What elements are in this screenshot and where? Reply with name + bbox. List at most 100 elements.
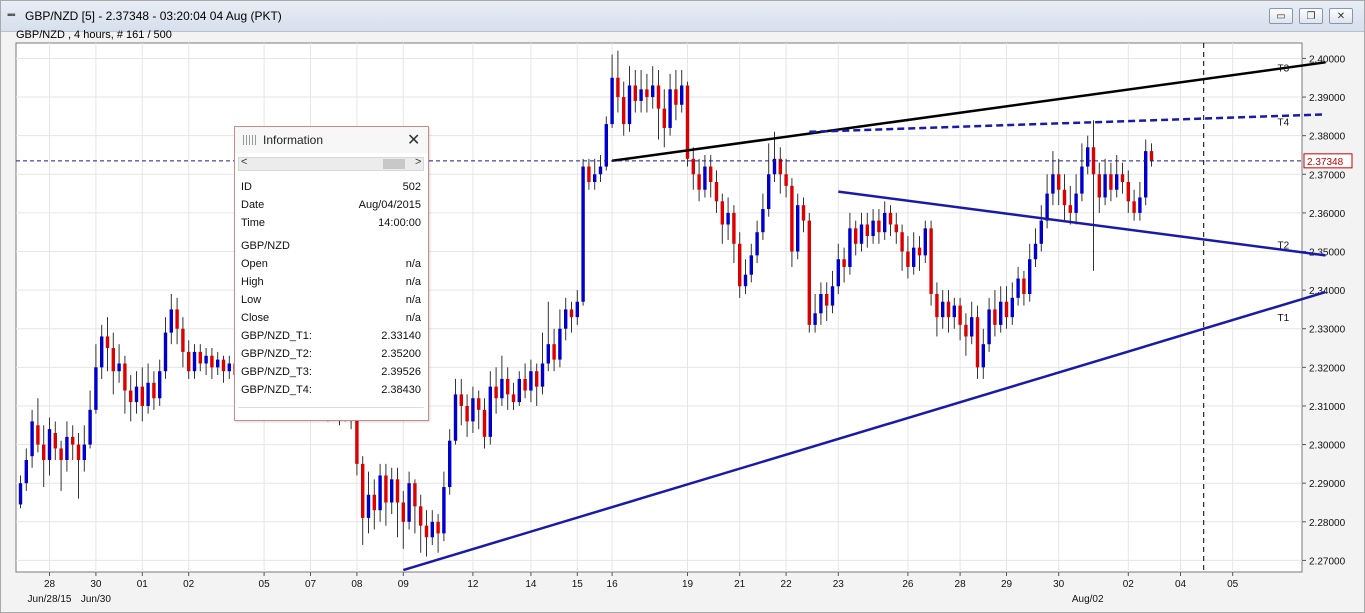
price-chart[interactable]: 2.27000 2.28000 2.29000 2.30000 2.31000 2.320…: [1, 1, 1364, 612]
candle-body: [993, 309, 997, 325]
candle-body: [767, 174, 771, 210]
candle-body: [685, 85, 690, 159]
x-tick-label: 30: [1053, 579, 1065, 590]
x-tick-label: 02: [183, 579, 195, 590]
horizontal-scrollbar[interactable]: < >: [238, 156, 424, 171]
x-tick-label: 15: [572, 579, 584, 590]
trendline-label: T2: [1278, 240, 1290, 251]
candle-body: [888, 212, 893, 225]
candle-body: [366, 494, 371, 518]
information-panel-header[interactable]: Information ✕: [235, 127, 428, 153]
candle-body: [981, 344, 985, 368]
candle-body: [714, 182, 719, 202]
candle-body: [859, 224, 864, 244]
x-tick-label: 08: [351, 579, 363, 590]
candle-body: [187, 351, 191, 372]
candle-body: [952, 305, 956, 318]
candle-body: [158, 371, 162, 399]
x-tick-label: 23: [833, 579, 845, 590]
candle-body: [894, 224, 898, 233]
candle-body: [123, 363, 127, 391]
candle-body: [946, 301, 951, 318]
candle-body: [523, 378, 527, 391]
scroll-thumb[interactable]: [383, 159, 405, 169]
candle-body: [71, 436, 75, 445]
candle-body: [906, 251, 910, 267]
candle-body: [146, 382, 150, 406]
info-row: High n/a: [241, 276, 421, 294]
x-tick-label: 07: [305, 579, 317, 590]
candle-body: [656, 85, 661, 109]
candle-body: [529, 371, 533, 391]
x-tick-label: 28: [44, 579, 56, 590]
candle-body: [610, 77, 614, 125]
candle-body: [378, 475, 382, 511]
candle-body: [732, 212, 736, 244]
x-tick-label: 29: [1001, 579, 1013, 590]
candle-body: [830, 286, 835, 306]
grip-icon[interactable]: [243, 135, 257, 145]
candle-body: [100, 336, 104, 368]
candle-body: [355, 413, 359, 464]
info-row-label: ID: [241, 181, 252, 193]
candle-body: [105, 336, 110, 349]
candle-body: [970, 317, 974, 337]
candle-body: [546, 344, 550, 364]
candle-body: [390, 479, 394, 503]
scroll-right-icon[interactable]: >: [415, 156, 421, 168]
candle-body: [796, 205, 800, 252]
candle-body: [175, 309, 179, 329]
candle-body: [784, 174, 788, 186]
candle-body: [535, 371, 539, 387]
x-tick-label: 04: [1175, 579, 1187, 590]
candle-body: [500, 378, 504, 399]
y-tick-label: 2.29000: [1309, 479, 1346, 490]
candle-body: [1074, 193, 1078, 213]
candle-body: [877, 220, 881, 233]
info-row-label: GBP/NZD_T2:: [241, 348, 312, 360]
candle-body: [825, 293, 829, 306]
candle-body: [917, 247, 922, 256]
candle-body: [448, 440, 452, 488]
y-tick-label: 2.37000: [1309, 170, 1346, 181]
candle-body: [384, 475, 388, 503]
x-tick-label: 12: [467, 579, 479, 590]
x-tick-label: 05: [259, 579, 271, 590]
info-row: Time 14:00:00: [241, 217, 421, 235]
candle-body: [471, 398, 475, 422]
info-row-value: 2.35200: [381, 348, 421, 360]
candle-body: [419, 506, 423, 526]
candle-body: [720, 201, 724, 225]
candle-body: [94, 367, 98, 410]
candle-body: [227, 363, 231, 372]
info-row-label: High: [241, 276, 264, 288]
candle-body: [912, 247, 916, 267]
candle-body: [1120, 174, 1125, 183]
candle-body: [813, 313, 817, 325]
scroll-left-icon[interactable]: <: [241, 156, 247, 168]
info-row: Open n/a: [241, 258, 421, 276]
candle-body: [627, 85, 632, 125]
candle-body: [465, 405, 469, 422]
info-row-label: Time: [241, 217, 266, 229]
candle-body: [436, 521, 440, 534]
candle-body: [540, 363, 545, 387]
candle-body: [424, 525, 429, 538]
candle-body: [836, 259, 840, 287]
candle-body: [65, 436, 69, 461]
candle-body: [587, 166, 591, 183]
candle-body: [680, 85, 684, 105]
info-row-value: n/a: [405, 276, 421, 288]
candle-body: [900, 232, 904, 252]
candle-body: [47, 429, 52, 461]
candle-body: [1080, 166, 1084, 194]
y-tick-label: 2.27000: [1309, 556, 1346, 567]
y-tick-label: 2.38000: [1309, 132, 1346, 143]
close-icon[interactable]: ✕: [407, 130, 420, 150]
candle-body: [639, 89, 643, 101]
y-tick-label: 2.33000: [1309, 325, 1346, 336]
candle-body: [883, 212, 887, 233]
information-panel[interactable]: Information ✕ < > ID 502 Date Aug/04/2015 Ti…: [234, 126, 429, 421]
candle-body: [593, 174, 597, 183]
candle-body: [1126, 182, 1130, 202]
